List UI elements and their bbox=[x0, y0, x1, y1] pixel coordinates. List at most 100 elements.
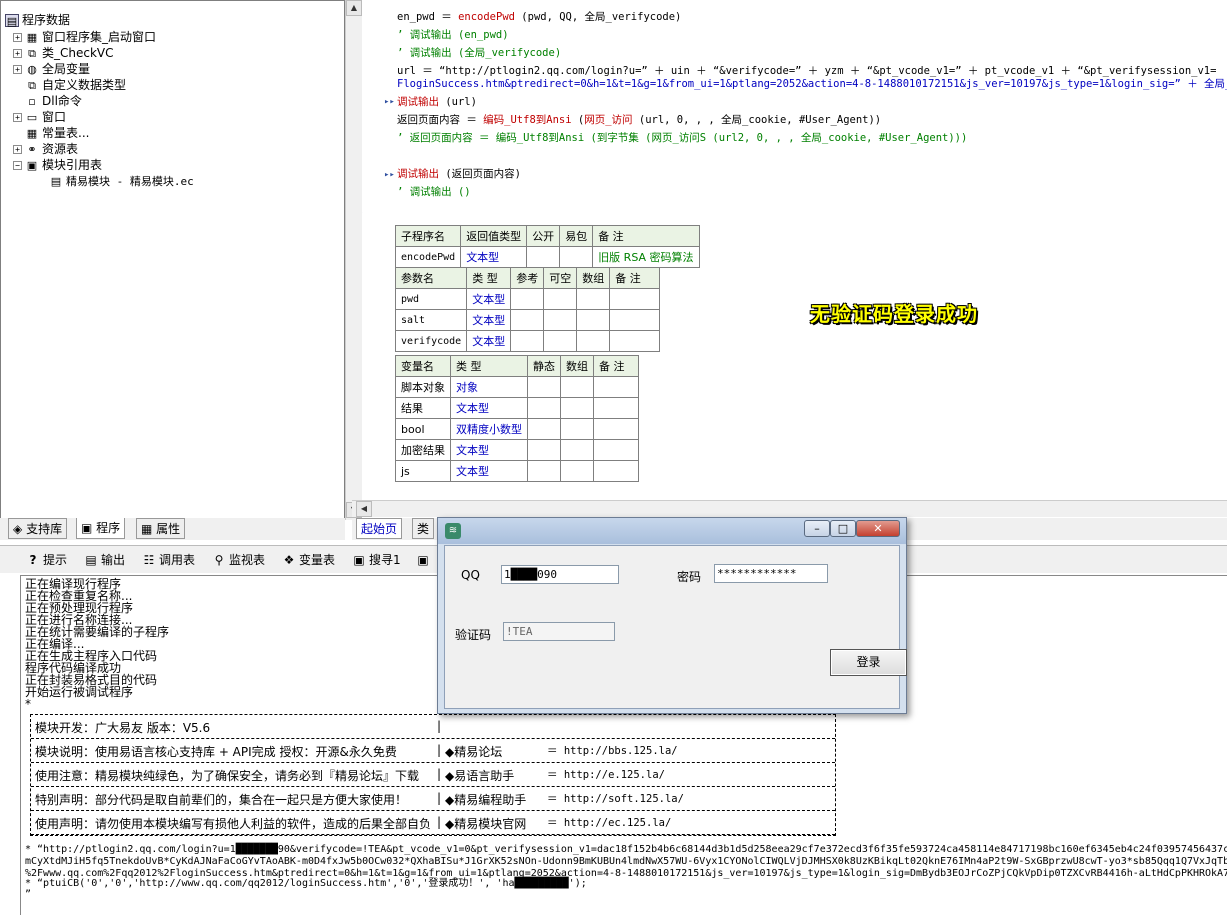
tab-property[interactable]: ▦ 属性 bbox=[136, 518, 186, 539]
table-header: 备 注 bbox=[593, 355, 639, 377]
var-type[interactable]: 对象 bbox=[450, 376, 528, 398]
info-text: 模块开发：广大易友 版本：V5.6 bbox=[35, 721, 211, 735]
table-row[interactable]: verifycode 文本型 bbox=[394, 330, 661, 352]
maximize-button[interactable]: □ bbox=[830, 520, 856, 537]
info-link[interactable]: ＝ http://soft.125.la/ bbox=[547, 791, 684, 806]
info-link[interactable]: ＝ http://e.125.la/ bbox=[547, 767, 665, 782]
expand-toggle-icon[interactable]: + bbox=[13, 113, 22, 122]
scroll-left-icon[interactable]: ◀ bbox=[356, 501, 372, 517]
var-name[interactable]: bool bbox=[395, 418, 451, 440]
tree-item[interactable]: + ⧉ 类_CheckVC bbox=[13, 45, 114, 61]
info-link[interactable]: ＝ http://bbs.125.la/ bbox=[547, 743, 678, 758]
code-horizontal-scrollbar[interactable]: ◀ bbox=[352, 500, 1227, 517]
captcha-input[interactable]: !TEA bbox=[503, 622, 615, 641]
table-row[interactable]: bool 双精度小数型 bbox=[395, 418, 639, 440]
info-link-label: ◆易语言助手 bbox=[445, 769, 515, 783]
var-type[interactable]: 文本型 bbox=[450, 439, 528, 461]
tree-item-label: 类_CheckVC bbox=[42, 46, 114, 60]
param-name[interactable]: pwd bbox=[394, 288, 468, 310]
subroutine-note[interactable]: 旧版 RSA 密码算法 bbox=[592, 246, 700, 268]
login-button[interactable]: 登录 bbox=[830, 649, 907, 676]
tree-item[interactable]: + ▦ 窗口程序集_启动窗口 bbox=[13, 29, 156, 45]
code-line[interactable]: 调试输出 (返回页面内容) bbox=[397, 166, 521, 182]
tree-item-label: 常量表... bbox=[42, 126, 90, 140]
password-input[interactable]: ************ bbox=[714, 564, 828, 583]
tree-item[interactable]: + ⚭ 资源表 bbox=[13, 141, 78, 157]
var-name[interactable]: 结果 bbox=[395, 397, 451, 419]
tab-class[interactable]: 类 bbox=[412, 518, 435, 539]
breakpoint-arrow-icon[interactable]: ▸▸ bbox=[384, 97, 395, 107]
minimize-button[interactable]: – bbox=[804, 520, 830, 537]
table-row[interactable]: 脚本对象 对象 bbox=[395, 376, 639, 398]
login-dialog: ≋ – □ ✕ QQ 1████090 密码 ************ 验证码 … bbox=[437, 517, 907, 714]
tree-item[interactable]: − ▣ 模块引用表 bbox=[13, 157, 102, 173]
tree-item[interactable]: ▫ Dll命令 bbox=[13, 93, 82, 109]
param-name[interactable]: salt bbox=[394, 309, 468, 331]
tab-output[interactable]: ▤ 输出 bbox=[84, 550, 125, 570]
expand-toggle-icon[interactable]: + bbox=[13, 145, 22, 154]
table-row[interactable]: pwd 文本型 bbox=[394, 288, 661, 310]
param-type[interactable]: 文本型 bbox=[466, 288, 512, 310]
scroll-up-icon[interactable]: ▲ bbox=[346, 0, 362, 16]
table-header: 类 型 bbox=[466, 267, 512, 289]
table-row[interactable]: salt 文本型 bbox=[394, 309, 661, 331]
info-text: 模块说明：使用易语言核心支持库 + API完成 授权：开源&永久免费 bbox=[35, 745, 397, 759]
table-row[interactable]: 结果 文本型 bbox=[395, 397, 639, 419]
tab-support-library[interactable]: ◈ 支持库 bbox=[8, 518, 68, 539]
var-name[interactable]: 加密结果 bbox=[395, 439, 451, 461]
subroutine-name[interactable]: encodePwd bbox=[394, 246, 462, 268]
tree-item[interactable]: ▤ 精易模块 - 精易模块.ec bbox=[49, 173, 194, 189]
dialog-titlebar[interactable]: ≋ – □ ✕ bbox=[438, 518, 906, 544]
code-line[interactable]: 调试输出 (url) bbox=[397, 94, 477, 110]
qq-input[interactable]: 1████090 bbox=[501, 565, 619, 584]
tab-more-icon[interactable]: ▣ bbox=[416, 550, 433, 570]
breakpoint-arrow-icon[interactable]: ▸▸ bbox=[384, 170, 395, 180]
expand-toggle-icon[interactable]: + bbox=[13, 65, 22, 74]
password-label: 密码 bbox=[677, 570, 702, 584]
info-link[interactable]: ＝ http://ec.125.la/ bbox=[547, 815, 671, 830]
table-row[interactable]: js 文本型 bbox=[395, 460, 639, 482]
expand-toggle-icon[interactable]: − bbox=[13, 161, 22, 170]
output-line: * “ptuiCB('0','0','http://www.qq.com/qq2… bbox=[25, 878, 587, 889]
code-line[interactable]: ’ 调试输出 (en_pwd) bbox=[397, 27, 509, 43]
code-editor[interactable]: en_pwd ＝ encodePwd (pwd, QQ, 全局_verifyco… bbox=[362, 0, 1227, 497]
tree-item[interactable]: ⧉ 自定义数据类型 bbox=[13, 77, 126, 93]
tab-call-table[interactable]: ☷ 调用表 bbox=[142, 550, 195, 570]
tree-item[interactable]: + ▭ 窗口 bbox=[13, 109, 66, 125]
var-type[interactable]: 文本型 bbox=[450, 460, 528, 482]
return-type[interactable]: 文本型 bbox=[460, 246, 528, 268]
code-line[interactable]: en_pwd ＝ encodePwd (pwd, QQ, 全局_verifyco… bbox=[397, 9, 681, 25]
tree-item-label: 全局变量 bbox=[42, 62, 91, 76]
param-type[interactable]: 文本型 bbox=[466, 309, 512, 331]
tab-start-page[interactable]: 起始页 bbox=[356, 518, 403, 539]
window-icon: ▭ bbox=[26, 111, 38, 124]
expand-toggle-icon[interactable]: + bbox=[13, 33, 22, 42]
expand-toggle-icon[interactable]: + bbox=[13, 49, 22, 58]
code-line[interactable]: FloginSuccess.htm&ptredirect=0&h=1&t=1&g… bbox=[397, 76, 1227, 92]
var-name[interactable]: 脚本对象 bbox=[395, 376, 451, 398]
var-type[interactable]: 文本型 bbox=[450, 397, 528, 419]
program-data-icon: ▤ bbox=[5, 14, 19, 28]
code-line[interactable]: 返回页面内容 ＝ 编码_Utf8到Ansi (网页_访问 (url, 0, , … bbox=[397, 112, 881, 128]
tree-vertical-scrollbar[interactable]: ▲ ▼ bbox=[345, 0, 362, 520]
code-line[interactable]: ’ 调试输出 (全局_verifycode) bbox=[397, 45, 561, 61]
code-line[interactable]: ’ 调试输出 () bbox=[397, 184, 471, 200]
param-name[interactable]: verifycode bbox=[394, 330, 468, 352]
table-row[interactable]: 加密结果 文本型 bbox=[395, 439, 639, 461]
module-info-box: 模块开发：广大易友 版本：V5.6 | 模块说明：使用易语言核心支持库 + API完… bbox=[30, 714, 836, 836]
tree-root[interactable]: ▤ 程序数据 bbox=[5, 12, 70, 28]
tab-hint[interactable]: ? 提示 bbox=[26, 550, 68, 570]
param-type[interactable]: 文本型 bbox=[466, 330, 512, 352]
var-name[interactable]: js bbox=[395, 460, 451, 482]
close-button[interactable]: ✕ bbox=[856, 520, 900, 537]
tree-item[interactable]: + ◍ 全局变量 bbox=[13, 61, 90, 77]
tab-search1[interactable]: ▣ 搜寻1 bbox=[352, 550, 400, 570]
var-type[interactable]: 双精度小数型 bbox=[450, 418, 528, 440]
tab-variables[interactable]: ❖ 变量表 bbox=[282, 550, 335, 570]
window-assembly-icon: ▦ bbox=[26, 31, 38, 44]
tab-watch[interactable]: ⚲ 监视表 bbox=[212, 550, 265, 570]
tree-item-label: 精易模块 - 精易模块.ec bbox=[66, 175, 194, 188]
code-line[interactable]: ’ 返回页面内容 ＝ 编码_Utf8到Ansi (到字节集 (网页_访问S (u… bbox=[397, 130, 967, 146]
tree-item[interactable]: ▦ 常量表... bbox=[13, 125, 90, 141]
tab-program[interactable]: ▣ 程序 bbox=[76, 518, 126, 539]
